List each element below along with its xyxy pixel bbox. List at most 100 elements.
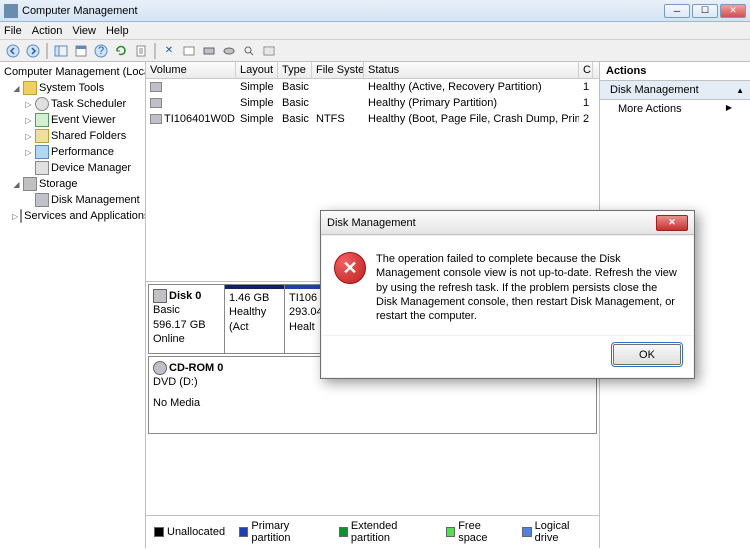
expand-icon[interactable]: ▷: [24, 132, 33, 141]
col-layout[interactable]: Layout: [236, 62, 278, 78]
vol-layout: Simple: [236, 112, 278, 126]
legend-extended: Extended partition: [339, 520, 432, 544]
toolbar-sep: [46, 43, 48, 59]
tree-root[interactable]: Computer Management (Local): [2, 64, 143, 80]
view-icon[interactable]: [240, 42, 258, 60]
legend-primary: Primary partition: [239, 520, 324, 544]
volume-row[interactable]: Simple Basic Healthy (Primary Partition)…: [146, 95, 599, 111]
window-buttons: ─ ☐ ✕: [664, 4, 746, 18]
actions-more[interactable]: More Actions▶: [600, 100, 750, 118]
list-icon[interactable]: [260, 42, 278, 60]
device-icon: [35, 161, 49, 175]
vol-type: Basic: [278, 80, 312, 94]
vol-layout: Simple: [236, 96, 278, 110]
tree-services[interactable]: ▷ Services and Applications: [2, 208, 143, 224]
vol-cap: 1: [579, 96, 593, 110]
partition-bar: [225, 285, 284, 289]
legend-free: Free space: [446, 520, 508, 544]
tree-task-scheduler[interactable]: ▷Task Scheduler: [2, 96, 143, 112]
expand-icon[interactable]: ▷: [24, 100, 33, 109]
legend-swatch: [446, 527, 455, 537]
app-icon: [4, 4, 18, 18]
help-button[interactable]: ?: [92, 42, 110, 60]
tree-storage[interactable]: ◢ Storage: [2, 176, 143, 192]
ok-button[interactable]: OK: [613, 344, 681, 365]
tree-label: Shared Folders: [51, 130, 126, 142]
close-button[interactable]: ✕: [720, 4, 746, 18]
disk-icon: [153, 289, 167, 303]
volume-row[interactable]: TI106401W0D (C:) Simple Basic NTFS Healt…: [146, 111, 599, 127]
settings-icon[interactable]: [180, 42, 198, 60]
cdrom-icon: [153, 361, 167, 375]
vol-fs: NTFS: [312, 112, 364, 126]
disk-title: CD-ROM 0: [169, 362, 223, 374]
part-status: Healthy (Act: [229, 305, 280, 334]
tree-performance[interactable]: ▷Performance: [2, 144, 143, 160]
blank-icon: [24, 164, 33, 173]
col-status[interactable]: Status: [364, 62, 579, 78]
expand-icon[interactable]: ▷: [24, 116, 33, 125]
minimize-button[interactable]: ─: [664, 4, 690, 18]
show-hide-tree-button[interactable]: [52, 42, 70, 60]
menu-file[interactable]: File: [4, 25, 22, 37]
dialog-title: Disk Management: [327, 217, 656, 229]
services-icon: [20, 209, 22, 223]
dialog-body: ✕ The operation failed to complete becau…: [322, 236, 693, 335]
disk-size: 596.17 GB: [153, 318, 220, 332]
toolbar-sep: [154, 43, 156, 59]
tree-shared-folders[interactable]: ▷ Shared Folders: [2, 128, 143, 144]
legend: Unallocated Primary partition Extended p…: [146, 515, 599, 548]
menu-help[interactable]: Help: [106, 25, 129, 37]
dialog-close-button[interactable]: ✕: [656, 215, 688, 231]
vol-status: Healthy (Boot, Page File, Crash Dump, Pr…: [364, 112, 579, 126]
tree-label: Services and Applications: [24, 210, 146, 222]
volume-row[interactable]: Simple Basic Healthy (Active, Recovery P…: [146, 79, 599, 95]
disk-media: No Media: [153, 396, 592, 410]
rescan-icon[interactable]: [200, 42, 218, 60]
legend-label: Unallocated: [167, 526, 225, 538]
menu-view[interactable]: View: [72, 25, 96, 37]
perf-icon: [35, 145, 49, 159]
tree-label: Storage: [39, 178, 78, 190]
collapse-icon[interactable]: ◢: [12, 180, 21, 189]
col-type[interactable]: Type: [278, 62, 312, 78]
tree-event-viewer[interactable]: ▷Event Viewer: [2, 112, 143, 128]
col-capacity[interactable]: C: [579, 62, 593, 78]
menu-action[interactable]: Action: [32, 25, 63, 37]
expand-icon[interactable]: ▷: [24, 148, 33, 157]
titlebar: Computer Management ─ ☐ ✕: [0, 0, 750, 22]
event-icon: [35, 113, 49, 127]
legend-label: Free space: [458, 520, 508, 544]
legend-label: Primary partition: [251, 520, 324, 544]
disk-state: Online: [153, 332, 220, 346]
disk-title: Disk 0: [169, 290, 201, 302]
menubar: File Action View Help: [0, 22, 750, 40]
tree-system-tools[interactable]: ◢System Tools: [2, 80, 143, 96]
vol-type: Basic: [278, 112, 312, 126]
nav-forward-button[interactable]: [24, 42, 42, 60]
actions-context[interactable]: Disk Management▲: [600, 81, 750, 100]
tree-disk-management[interactable]: Disk Management: [2, 192, 143, 208]
error-dialog: Disk Management ✕ ✕ The operation failed…: [320, 210, 695, 379]
col-volume[interactable]: Volume: [146, 62, 236, 78]
refresh-button[interactable]: [112, 42, 130, 60]
share-icon: [35, 129, 49, 143]
maximize-button[interactable]: ☐: [692, 4, 718, 18]
window-title: Computer Management: [22, 5, 664, 17]
collapse-icon[interactable]: ◢: [12, 84, 21, 93]
export-button[interactable]: [132, 42, 150, 60]
col-filesystem[interactable]: File System: [312, 62, 364, 78]
delete-icon[interactable]: ✕: [160, 42, 178, 60]
dialog-titlebar[interactable]: Disk Management ✕: [321, 211, 694, 235]
properties-button[interactable]: [72, 42, 90, 60]
vol-cap: 1: [579, 80, 593, 94]
nav-back-button[interactable]: [4, 42, 22, 60]
expand-icon[interactable]: ▷: [12, 212, 18, 221]
partition[interactable]: 1.46 GB Healthy (Act: [225, 285, 285, 353]
legend-label: Extended partition: [351, 520, 432, 544]
clock-icon: [35, 97, 49, 111]
tree-device-manager[interactable]: Device Manager: [2, 160, 143, 176]
folder-icon: [23, 81, 37, 95]
part-size: 1.46 GB: [229, 291, 280, 305]
disk-icon[interactable]: [220, 42, 238, 60]
